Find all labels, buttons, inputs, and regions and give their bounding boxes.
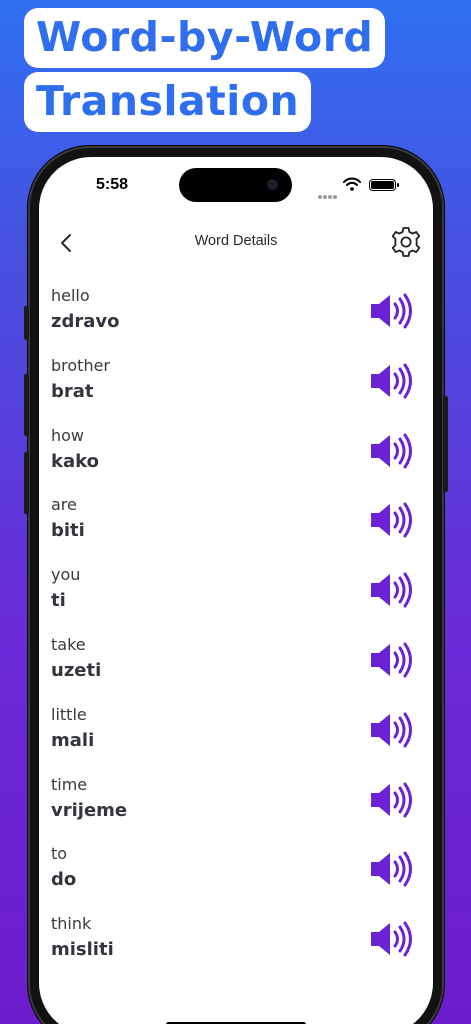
signal-icon bbox=[318, 184, 340, 199]
source-word: hello bbox=[51, 286, 90, 305]
translated-word: kako bbox=[51, 450, 99, 472]
word-list: hello zdravo brother brat how kako are b… bbox=[39, 282, 433, 980]
nav-bar: Word Details bbox=[39, 225, 433, 261]
translated-word: brat bbox=[51, 380, 94, 402]
translated-word: mali bbox=[51, 729, 95, 751]
speaker-icon[interactable] bbox=[369, 571, 413, 609]
phone-side-button bbox=[24, 374, 29, 436]
translated-word: vrijeme bbox=[51, 799, 128, 821]
app-screen: 5:58 Word Details hello zdravo brother b… bbox=[39, 157, 433, 1024]
word-row: to do bbox=[39, 840, 433, 910]
source-word: brother bbox=[51, 355, 111, 375]
translated-word: do bbox=[51, 869, 77, 891]
speaker-icon[interactable] bbox=[369, 711, 413, 749]
source-word: think bbox=[51, 914, 92, 934]
speaker-icon[interactable] bbox=[369, 920, 413, 958]
word-row: take uzeti bbox=[39, 631, 433, 701]
headline-line-2: Translation bbox=[24, 72, 312, 132]
word-row: are biti bbox=[39, 491, 433, 561]
phone-side-button bbox=[24, 306, 29, 340]
translated-word: biti bbox=[51, 520, 85, 542]
speaker-icon[interactable] bbox=[369, 641, 413, 679]
source-word: you bbox=[51, 565, 81, 585]
headline-line-1: Word-by-Word bbox=[24, 8, 386, 68]
word-row: think misliti bbox=[39, 910, 433, 980]
source-word: are bbox=[51, 495, 77, 515]
translated-word: misliti bbox=[51, 939, 114, 961]
word-row: you ti bbox=[39, 561, 433, 631]
speaker-icon[interactable] bbox=[369, 432, 413, 470]
word-row: time vrijeme bbox=[39, 771, 433, 841]
translated-word: uzeti bbox=[51, 659, 102, 681]
word-row: brother brat bbox=[39, 352, 433, 422]
source-word: time bbox=[51, 774, 88, 794]
dynamic-island bbox=[179, 168, 292, 202]
speaker-icon[interactable] bbox=[369, 501, 413, 539]
battery-icon bbox=[369, 179, 399, 191]
speaker-icon[interactable] bbox=[369, 362, 413, 400]
phone-frame: 5:58 Word Details hello zdravo brother b… bbox=[24, 146, 448, 1024]
translated-word: ti bbox=[51, 590, 66, 612]
source-word: to bbox=[51, 844, 68, 864]
wifi-icon bbox=[343, 177, 361, 191]
source-word: how bbox=[51, 425, 85, 445]
source-word: little bbox=[51, 704, 87, 724]
speaker-icon[interactable] bbox=[369, 781, 413, 819]
gear-icon[interactable] bbox=[389, 225, 423, 259]
word-row: hello zdravo bbox=[39, 282, 433, 352]
status-time: 5:58 bbox=[96, 176, 129, 193]
source-word: take bbox=[51, 634, 86, 654]
phone-side-button bbox=[24, 452, 29, 514]
speaker-icon[interactable] bbox=[369, 292, 413, 330]
word-row: little mali bbox=[39, 701, 433, 771]
translated-word: zdravo bbox=[51, 311, 120, 332]
speaker-icon[interactable] bbox=[369, 850, 413, 888]
word-row: how kako bbox=[39, 422, 433, 492]
phone-side-button bbox=[443, 396, 448, 492]
page-title: Word Details bbox=[194, 233, 278, 249]
